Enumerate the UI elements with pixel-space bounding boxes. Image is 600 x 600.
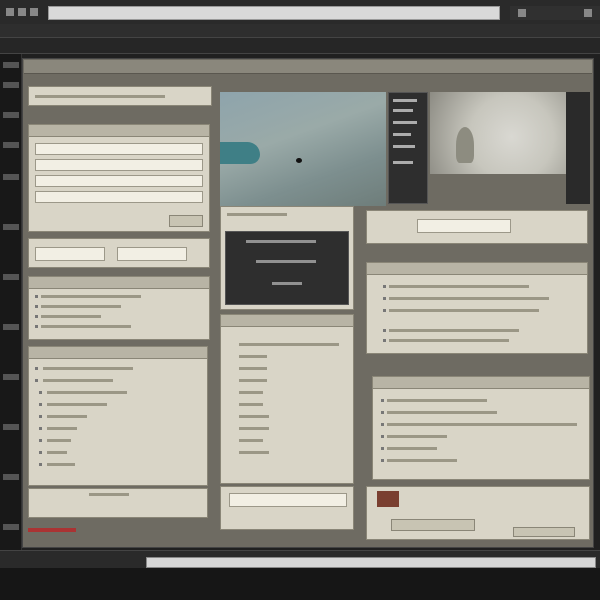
- panel-editor: [220, 314, 354, 484]
- left-sidebar: [0, 54, 22, 550]
- image-detail: [296, 158, 302, 163]
- video-preview[interactable]: [220, 92, 386, 206]
- panel-header: [373, 377, 589, 389]
- text-field[interactable]: [35, 175, 203, 187]
- action-button[interactable]: [391, 519, 475, 531]
- panel-editor-footer: [220, 486, 354, 530]
- sidebar-item[interactable]: [3, 274, 19, 280]
- menu-icon[interactable]: [6, 8, 14, 16]
- close-icon[interactable]: [584, 9, 592, 17]
- forward-icon[interactable]: [30, 8, 38, 16]
- sidebar-item[interactable]: [3, 142, 19, 148]
- sidebar-item[interactable]: [3, 62, 19, 68]
- sidebar-item[interactable]: [3, 524, 19, 530]
- panel-thumbnails: [388, 92, 428, 204]
- address-bar[interactable]: [48, 6, 500, 20]
- action-button-2[interactable]: [513, 527, 575, 537]
- image-preview[interactable]: [430, 92, 566, 174]
- image-detail: [220, 142, 260, 164]
- screen: [0, 0, 600, 600]
- text-field[interactable]: [35, 191, 203, 203]
- text-field[interactable]: [35, 159, 203, 171]
- panel-dialog: [220, 206, 354, 310]
- panel-results: [366, 262, 588, 354]
- panel-text-list: [372, 376, 590, 480]
- panel-tree: [28, 346, 208, 486]
- sidebar-item[interactable]: [3, 82, 19, 88]
- settings-icon[interactable]: [518, 9, 526, 17]
- panel-list: [28, 276, 210, 340]
- panel-options: [28, 238, 210, 268]
- image-side-bar: [566, 92, 590, 204]
- search-input[interactable]: [417, 219, 511, 233]
- workspace-header: [24, 60, 592, 74]
- sidebar-item[interactable]: [3, 174, 19, 180]
- panel-footer: [28, 488, 208, 518]
- editor-input[interactable]: [229, 493, 347, 507]
- sidebar-item[interactable]: [3, 224, 19, 230]
- panel-header: [367, 263, 587, 275]
- sidebar-item[interactable]: [3, 324, 19, 330]
- product-thumbnail: [377, 491, 399, 507]
- bottom-input[interactable]: [146, 557, 596, 568]
- option-field[interactable]: [117, 247, 187, 261]
- panel-button[interactable]: [169, 215, 203, 227]
- taskbar: [0, 568, 600, 600]
- sidebar-item[interactable]: [3, 374, 19, 380]
- sidebar-item[interactable]: [3, 474, 19, 480]
- sidebar-item[interactable]: [3, 112, 19, 118]
- panel-form: [28, 124, 210, 232]
- panel-search: [366, 210, 588, 244]
- dark-dialog: [225, 231, 349, 305]
- top-right-controls: [510, 6, 600, 20]
- browser-titlebar: [0, 0, 600, 24]
- panel-header: [221, 315, 353, 327]
- panel-top-left: [28, 86, 212, 106]
- image-detail: [456, 127, 474, 163]
- navigation-row: [0, 24, 600, 38]
- sidebar-item[interactable]: [3, 424, 19, 430]
- text-field[interactable]: [35, 143, 203, 155]
- back-icon[interactable]: [18, 8, 26, 16]
- toolbar-row: [0, 38, 600, 54]
- panel-header: [29, 347, 207, 359]
- panel-bottom-right: [366, 486, 590, 540]
- panel-header: [29, 277, 209, 289]
- panel-header: [29, 125, 209, 137]
- option-field[interactable]: [35, 247, 105, 261]
- progress-bar: [28, 528, 76, 532]
